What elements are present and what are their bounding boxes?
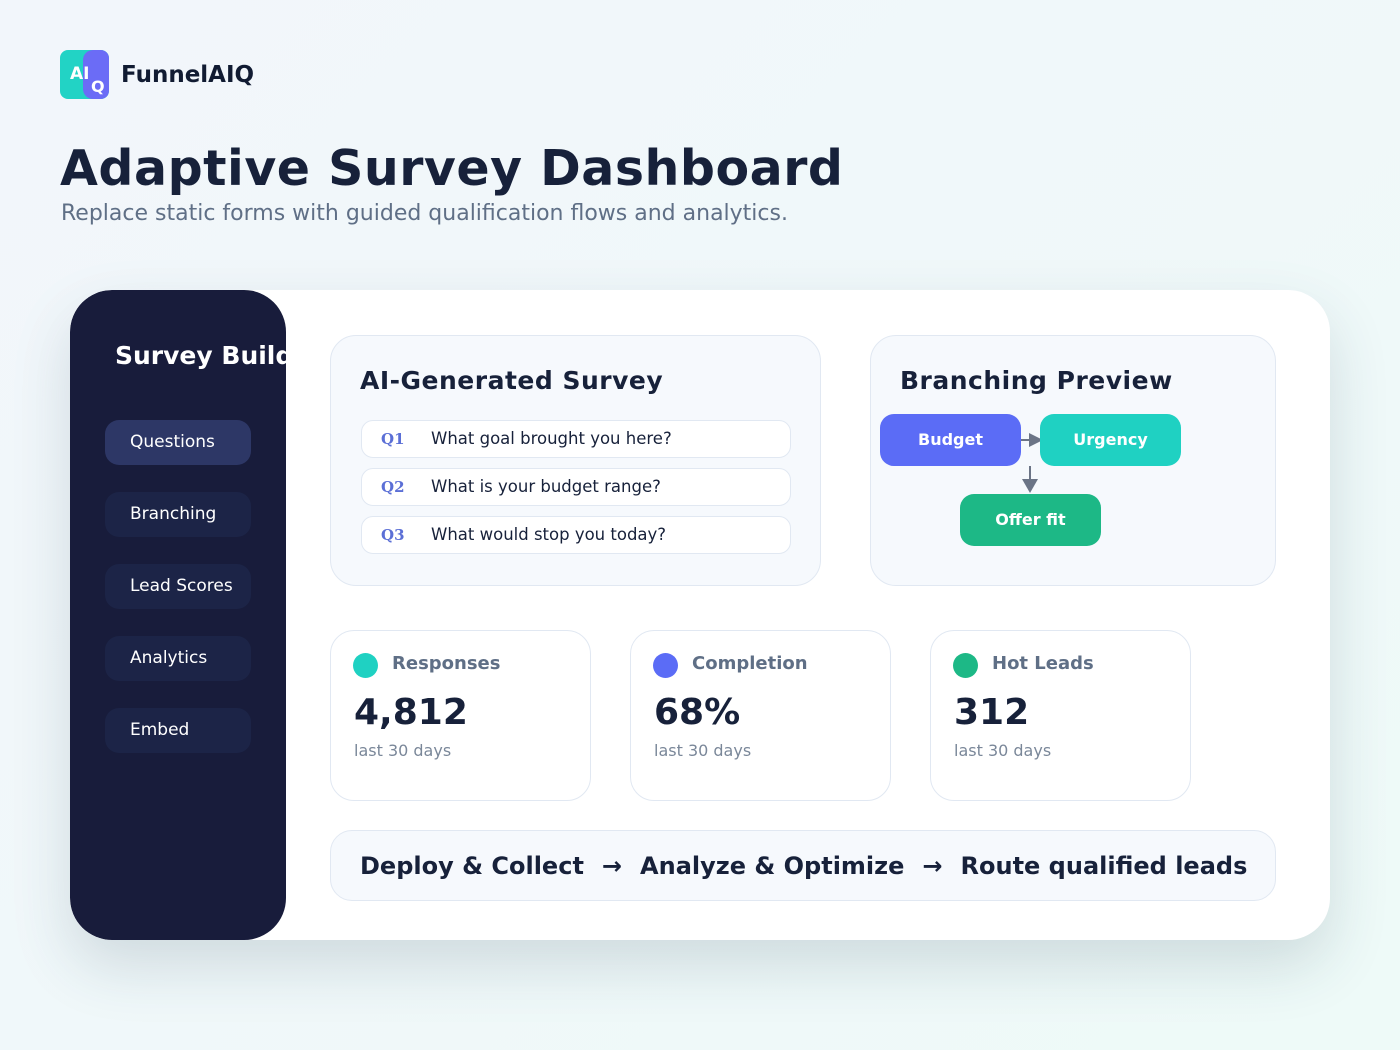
- sidebar-item-embed[interactable]: Embed: [105, 708, 251, 753]
- brand-name: FunnelAIQ: [121, 61, 255, 88]
- stat-label: Responses: [392, 653, 501, 674]
- question-row-2[interactable]: Q2 What is your budget range?: [361, 468, 791, 506]
- stat-label: Completion: [692, 653, 808, 674]
- question-number: Q3: [381, 526, 405, 544]
- funnelaiq-logo-icon: AI Q: [60, 50, 109, 99]
- stat-value: 68%: [654, 692, 741, 733]
- branch-node-urgency[interactable]: Urgency: [1040, 414, 1181, 466]
- question-row-3[interactable]: Q3 What would stop you today?: [361, 516, 791, 554]
- question-text: What goal brought you here?: [431, 429, 672, 448]
- stat-card-responses: Responses 4,812 last 30 days: [330, 630, 591, 801]
- brand: AI Q FunnelAIQ: [60, 50, 254, 99]
- arrow-right-icon: →: [601, 851, 623, 880]
- arrow-down-icon: [1022, 479, 1038, 493]
- stat-value: 4,812: [354, 692, 468, 733]
- stat-period: last 30 days: [954, 741, 1052, 760]
- branching-panel: Branching Preview Budget Urgency Offer f…: [870, 335, 1276, 586]
- stat-card-hot-leads: Hot Leads 312 last 30 days: [930, 630, 1191, 801]
- pipeline-step-deploy: Deploy & Collect: [360, 851, 584, 880]
- question-number: Q1: [381, 430, 405, 448]
- page-title: Adaptive Survey Dashboard: [60, 140, 844, 197]
- page-subtitle: Replace static forms with guided qualifi…: [61, 201, 788, 226]
- question-row-1[interactable]: Q1 What goal brought you here?: [361, 420, 791, 458]
- survey-panel-title: AI-Generated Survey: [360, 366, 664, 395]
- sidebar: Survey Builder Questions Branching Lead …: [70, 290, 286, 940]
- stat-period: last 30 days: [654, 741, 752, 760]
- question-text: What is your budget range?: [431, 477, 661, 496]
- status-dot: [353, 653, 378, 678]
- stat-period: last 30 days: [354, 741, 452, 760]
- branch-node-offer-fit[interactable]: Offer fit: [960, 494, 1101, 546]
- branch-node-budget[interactable]: Budget: [880, 414, 1021, 466]
- pipeline-banner: Deploy & Collect → Analyze & Optimize → …: [330, 830, 1276, 901]
- arrow-right-icon: →: [922, 851, 943, 880]
- logo-text-q: Q: [91, 77, 105, 96]
- status-dot: [953, 653, 978, 678]
- sidebar-item-branching[interactable]: Branching: [105, 492, 251, 537]
- pipeline-step-analyze: Analyze & Optimize: [640, 851, 905, 880]
- dashboard-card: Survey Builder Questions Branching Lead …: [70, 290, 1330, 940]
- sidebar-item-analytics[interactable]: Analytics: [105, 636, 251, 681]
- stat-label: Hot Leads: [992, 653, 1094, 674]
- stat-value: 312: [954, 692, 1030, 733]
- status-dot: [653, 653, 678, 678]
- survey-panel: AI-Generated Survey Q1 What goal brought…: [330, 335, 821, 586]
- pipeline-step-route: Route qualified leads: [960, 851, 1248, 880]
- logo-text-ai: AI: [70, 64, 90, 84]
- stat-card-completion: Completion 68% last 30 days: [630, 630, 891, 801]
- question-text: What would stop you today?: [431, 525, 667, 544]
- sidebar-item-questions[interactable]: Questions: [105, 420, 251, 465]
- sidebar-title: Survey Builder: [115, 341, 286, 370]
- question-number: Q2: [381, 478, 405, 496]
- sidebar-item-lead-scores[interactable]: Lead Scores: [105, 564, 251, 609]
